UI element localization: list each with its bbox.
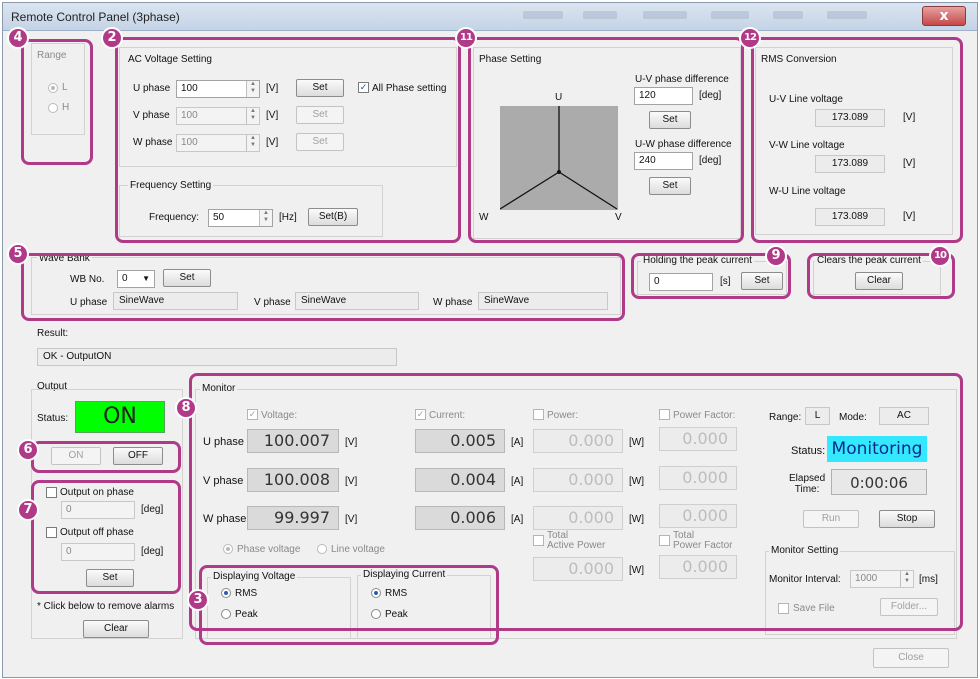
callout-3-badge: 3: [187, 589, 209, 611]
app-window: Remote Control Panel (3phase) x Range L …: [2, 2, 978, 678]
title-bar-decoration: [773, 11, 803, 19]
callout-box-display-mode: [199, 565, 499, 645]
callout-box-rms-conversion: [751, 37, 963, 243]
title-bar[interactable]: Remote Control Panel (3phase) x: [3, 3, 977, 31]
callout-box-wave-bank: [21, 253, 625, 321]
callout-box-phase-setting: [468, 37, 744, 243]
title-bar-decoration: [711, 11, 749, 19]
callout-box-ac-voltage: [115, 37, 461, 243]
callout-4-badge: 4: [7, 27, 29, 49]
title-bar-decoration: [583, 11, 617, 19]
callout-9-badge: 9: [765, 245, 787, 267]
callout-12-badge: 12: [739, 27, 761, 49]
window-close-icon[interactable]: x: [922, 6, 966, 26]
callout-11-badge: 11: [455, 27, 477, 49]
callout-box-output-phase: [31, 480, 181, 594]
title-bar-decoration: [523, 11, 563, 19]
result-value: OK - OutputON: [37, 348, 397, 366]
output-status-indicator: ON: [75, 401, 165, 433]
title-bar-decoration: [643, 11, 687, 19]
callout-7-badge: 7: [17, 499, 39, 521]
title-bar-decoration: [827, 11, 867, 19]
callout-5-badge: 5: [7, 243, 29, 265]
window-close-button[interactable]: Close: [873, 648, 949, 668]
alarm-clear-button[interactable]: Clear: [83, 620, 149, 638]
window-title: Remote Control Panel (3phase): [11, 10, 180, 24]
alarm-note: * Click below to remove alarms: [37, 601, 175, 612]
result-label: Result:: [37, 328, 69, 339]
callout-10-badge: 10: [929, 245, 951, 267]
callout-box-range: [21, 39, 93, 165]
callout-box-output-buttons: [31, 441, 181, 473]
callout-8-badge: 8: [175, 397, 197, 419]
output-status-label: Status:: [37, 413, 69, 424]
callout-2-badge: 2: [101, 27, 123, 49]
callout-6-badge: 6: [17, 439, 39, 461]
